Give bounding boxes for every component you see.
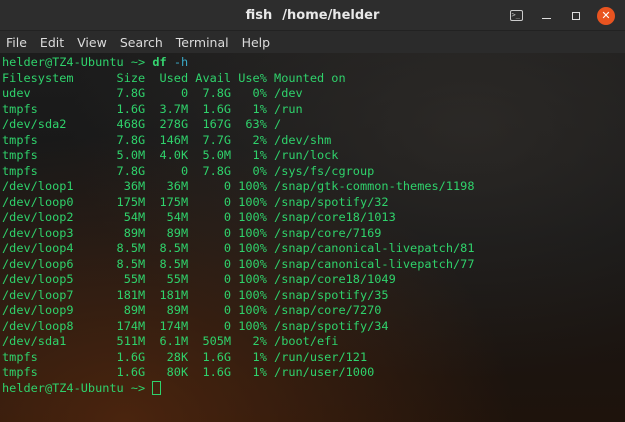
terminal-window: fish/home/helder >_ ✕ File Edit View Sea… <box>0 0 625 422</box>
output-row: tmpfs 1.6G 3.7M 1.6G 1% /run <box>2 101 303 116</box>
menu-file[interactable]: File <box>6 35 27 50</box>
output-header: Filesystem Size Used Avail Use% Mounted … <box>2 70 346 85</box>
output-row: /dev/loop6 8.5M 8.5M 0 100% /snap/canoni… <box>2 256 475 271</box>
prompt: helder@TZ4-Ubuntu ~> <box>2 55 153 69</box>
window-controls: >_ ✕ <box>501 0 621 31</box>
window-title: fish/home/helder <box>246 8 380 23</box>
command-flag: -h <box>173 55 189 69</box>
close-button[interactable]: ✕ <box>591 4 621 28</box>
menu-bar: File Edit View Search Terminal Help <box>0 31 625 53</box>
output-row: tmpfs 7.8G 0 7.8G 0% /sys/fs/cgroup <box>2 163 375 178</box>
output-row: /dev/loop4 8.5M 8.5M 0 100% /snap/canoni… <box>2 241 475 255</box>
menu-search[interactable]: Search <box>120 35 163 50</box>
output-row: /dev/loop8 174M 174M 0 100% /snap/spotif… <box>2 318 389 333</box>
output-row: tmpfs 7.8G 146M 7.7G 2% /dev/shm <box>2 132 332 147</box>
prompt: helder@TZ4-Ubuntu ~> <box>2 380 153 395</box>
minimize-icon <box>541 18 551 19</box>
output-row: /dev/loop9 89M 89M 0 100% /snap/core/727… <box>2 303 382 317</box>
output-row: /dev/loop1 36M 36M 0 100% /snap/gtk-comm… <box>2 179 475 193</box>
title-app: fish <box>245 7 273 23</box>
maximize-button[interactable] <box>561 4 591 28</box>
menu-help[interactable]: Help <box>242 35 271 50</box>
title-bar[interactable]: fish/home/helder >_ ✕ <box>0 0 625 31</box>
output-row: tmpfs 5.0M 4.0K 5.0M 1% /run/lock <box>2 148 339 162</box>
output-row: /dev/loop7 181M 181M 0 100% /snap/spotif… <box>2 287 389 302</box>
terminal-menu-button[interactable]: >_ <box>501 4 531 28</box>
terminal-icon: >_ <box>509 10 523 21</box>
command: df <box>152 55 167 69</box>
output-row: tmpfs 1.6G 28K 1.6G 1% /run/user/121 <box>2 349 368 364</box>
input-line[interactable]: helder@TZ4-Ubuntu ~> <box>2 380 625 397</box>
terminal-output[interactable]: helder@TZ4-Ubuntu ~> df -h Filesystem Si… <box>0 53 625 422</box>
minimize-button[interactable] <box>531 4 561 28</box>
menu-edit[interactable]: Edit <box>40 35 64 50</box>
output-row: /dev/loop3 89M 89M 0 100% /snap/core/716… <box>2 225 382 240</box>
menu-terminal[interactable]: Terminal <box>176 35 229 50</box>
output-row: tmpfs 1.6G 80K 1.6G 1% /run/user/1000 <box>2 365 375 379</box>
output-row: /dev/sda1 511M 6.1M 505M 2% /boot/efi <box>2 334 339 348</box>
title-path: /home/helder <box>282 7 380 23</box>
command-line: helder@TZ4-Ubuntu ~> df -h <box>2 55 625 71</box>
text-cursor <box>152 380 162 395</box>
output-row: /dev/loop0 175M 175M 0 100% /snap/spotif… <box>2 194 389 209</box>
output-row: /dev/loop2 54M 54M 0 100% /snap/core18/1… <box>2 210 396 224</box>
maximize-icon <box>572 11 580 20</box>
output-row: /dev/sda2 468G 278G 167G 63% / <box>2 117 282 131</box>
output-row: /dev/loop5 55M 55M 0 100% /snap/core18/1… <box>2 272 396 286</box>
output-row: udev 7.8G 0 7.8G 0% /dev <box>2 86 303 100</box>
menu-view[interactable]: View <box>77 35 107 50</box>
close-icon: ✕ <box>597 6 615 25</box>
